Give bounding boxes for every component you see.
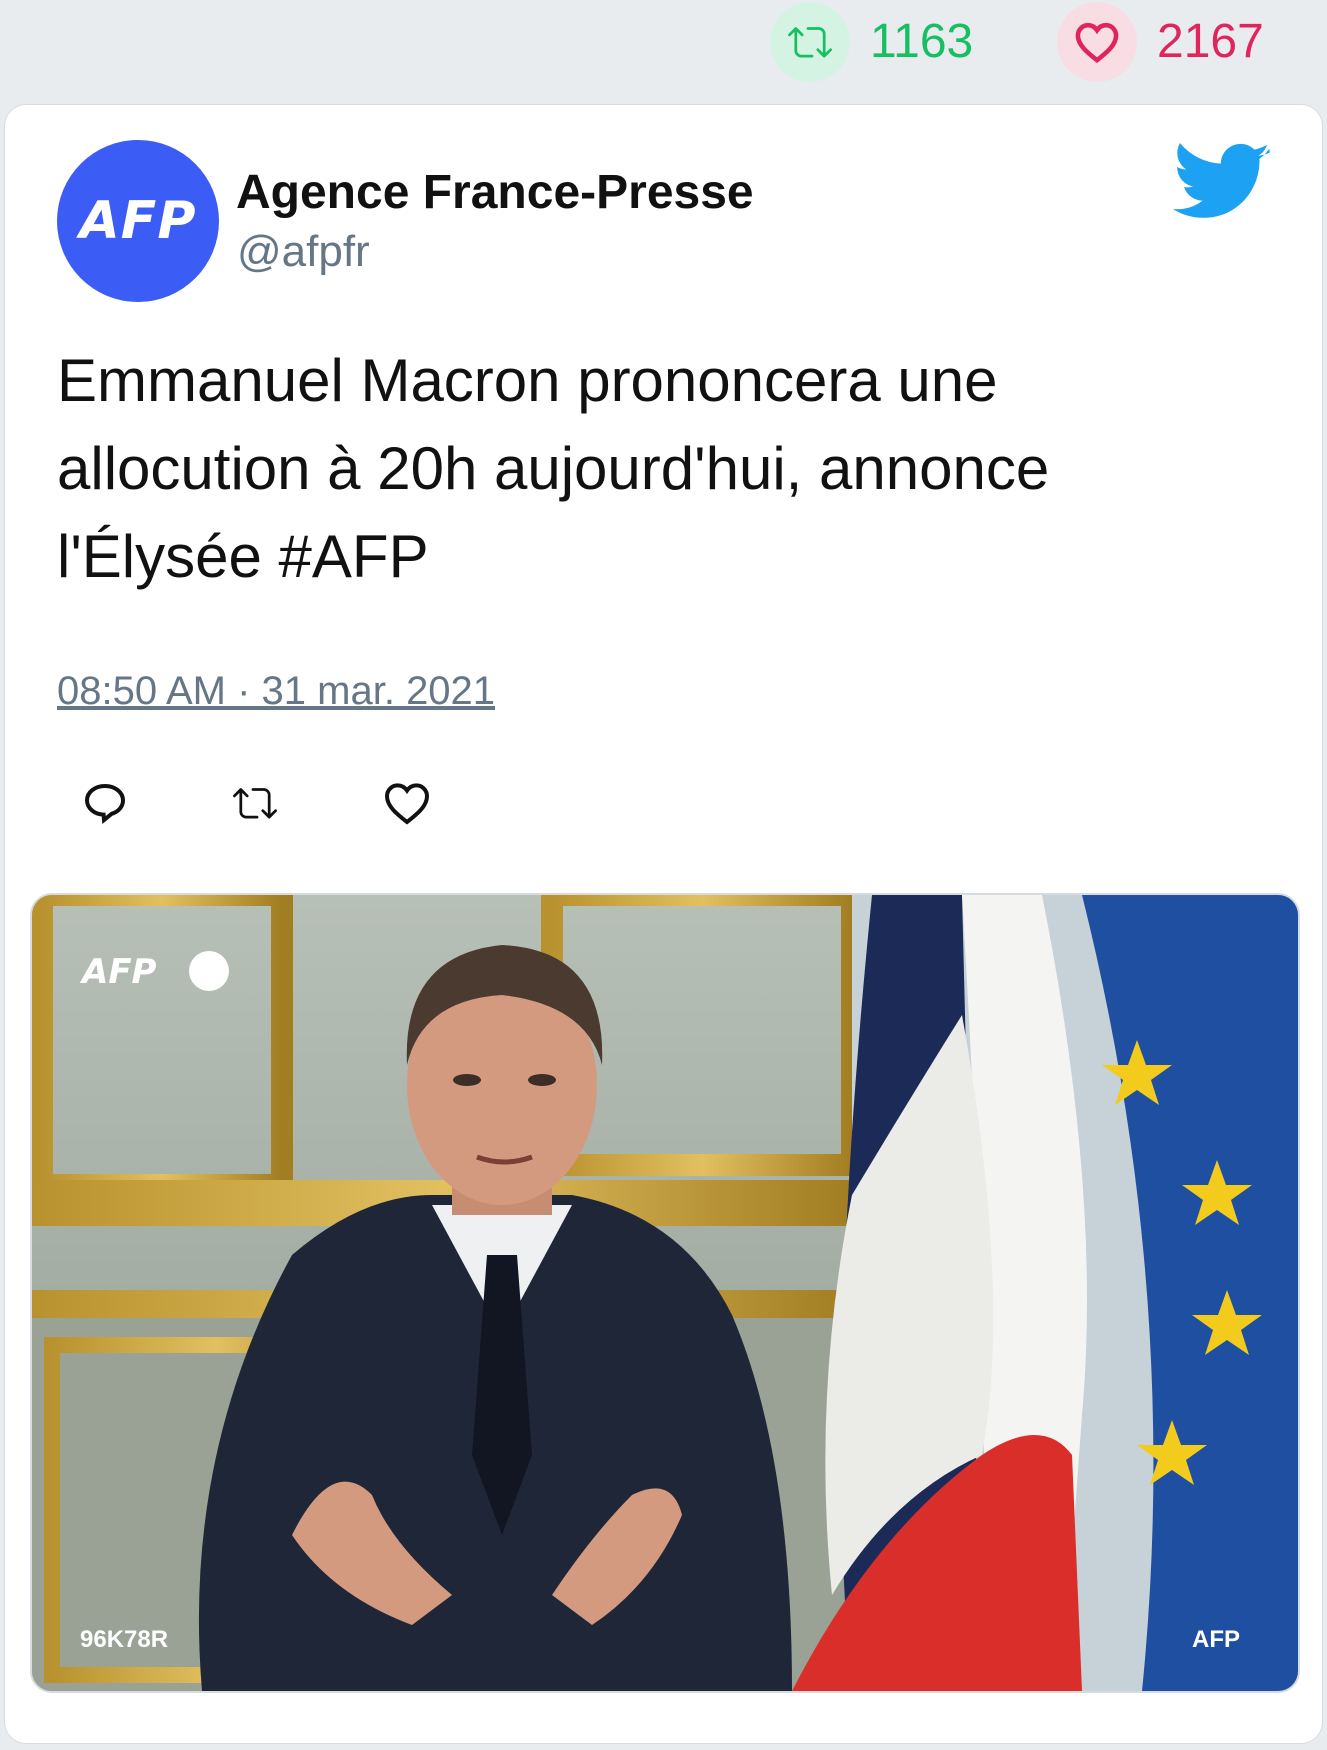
like-count: 2167 (1157, 15, 1264, 68)
tweet-text: Emmanuel Macron prononcera une allocutio… (57, 347, 1050, 590)
tweet-media-image[interactable]: AFP 96K78R AFP (30, 893, 1300, 1693)
avatar-label: AFP (79, 191, 197, 251)
media-credit-bottom-right: AFP (1192, 1626, 1240, 1653)
like-count-stat[interactable]: 2167 (1057, 2, 1264, 82)
heart-icon (1057, 2, 1137, 82)
author-handle[interactable]: @afpfr (237, 227, 370, 277)
afp-watermark-logo: AFP (79, 951, 229, 992)
media-watermark-top: AFP (79, 952, 157, 992)
person-eye-left (453, 1074, 481, 1086)
reply-icon (84, 783, 126, 824)
media-code-bottom-left: 96K78R (80, 1626, 168, 1653)
reply-button[interactable] (75, 773, 135, 833)
retweet-count: 1163 (870, 15, 974, 68)
twitter-bird-icon[interactable] (1172, 143, 1272, 225)
author-name[interactable]: Agence France-Presse (236, 165, 754, 220)
like-button[interactable] (377, 773, 437, 833)
afp-logo-dot (189, 951, 229, 991)
retweet-icon (233, 788, 277, 819)
retweet-icon (770, 2, 850, 82)
person-eye-right (528, 1074, 556, 1086)
avatar[interactable]: AFP (57, 140, 219, 302)
retweet-count-stat[interactable]: 1163 (770, 2, 973, 82)
retweet-button[interactable] (225, 773, 285, 833)
tweet-card: AFP Agence France-Presse @afpfr Emmanuel… (4, 104, 1323, 1744)
heart-icon (384, 783, 430, 825)
engagement-stats: 1163 2167 (0, 0, 1327, 100)
tweet-timestamp[interactable]: 08:50 AM · 31 mar. 2021 (57, 669, 495, 714)
